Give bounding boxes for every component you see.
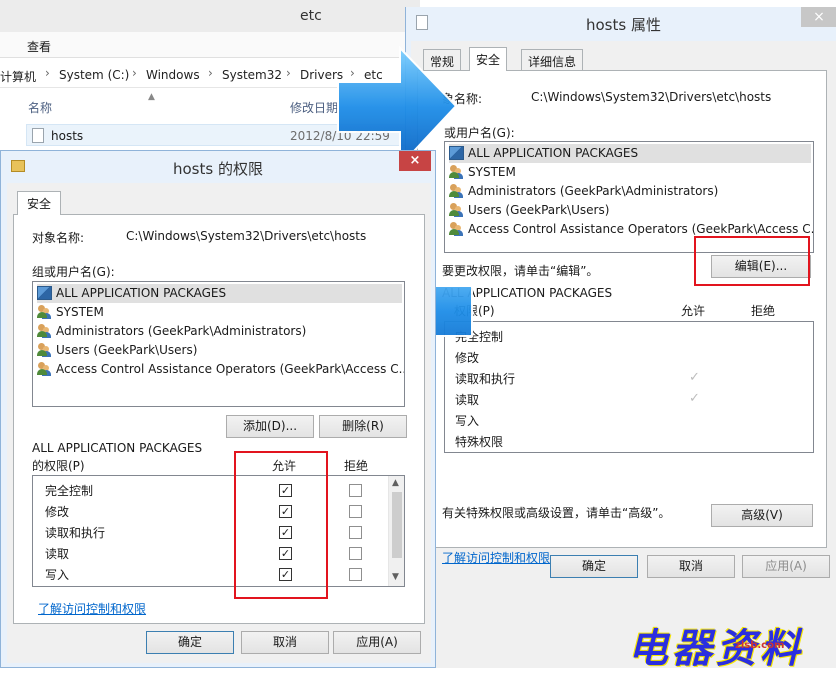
explorer-title: etc — [300, 8, 322, 24]
permission-name: 特殊权限 — [455, 435, 504, 449]
breadcrumb-system-c[interactable]: System (C:) — [59, 68, 129, 82]
deny-write-checkbox[interactable] — [349, 568, 362, 581]
permissions-label: 的权限(P) — [32, 459, 85, 473]
breadcrumb-computer[interactable]: 计算机 — [0, 68, 36, 85]
folder-icon — [11, 160, 25, 172]
learn-access-control-link[interactable]: 了解访问控制和权限 — [38, 600, 146, 617]
allow-header: 允许 — [681, 304, 706, 318]
chevron-right-icon: › — [286, 66, 291, 80]
list-item[interactable]: ALL APPLICATION PACKAGES — [449, 144, 811, 163]
check-icon: ✓ — [689, 370, 700, 385]
deny-read-execute-checkbox[interactable] — [349, 526, 362, 539]
check-icon: ✓ — [689, 391, 700, 406]
file-icon — [32, 128, 44, 143]
list-item[interactable]: ALL APPLICATION PACKAGES — [37, 284, 402, 303]
cancel-button[interactable]: 取消 — [647, 555, 735, 578]
add-button[interactable]: 添加(D)... — [226, 415, 314, 438]
advanced-button[interactable]: 高级(V) — [711, 504, 813, 527]
tab-security[interactable]: 安全 — [17, 191, 62, 215]
object-name-label: 对象名称: — [32, 231, 85, 245]
groups-label: 组或用户名(G): — [32, 265, 115, 279]
explorer-titlebar: etc — [0, 0, 420, 32]
cancel-button[interactable]: 取消 — [241, 631, 329, 654]
permissions-title: hosts 的权限 — [173, 160, 263, 178]
breadcrumb-windows[interactable]: Windows — [146, 68, 200, 82]
scroll-down-icon[interactable]: ▼ — [392, 572, 399, 582]
object-name-value: C:\Windows\System32\Drivers\etc\hosts — [126, 229, 367, 243]
permission-name: 写入 — [455, 414, 480, 428]
deny-header: 拒绝 — [344, 459, 369, 473]
users-listbox[interactable]: ALL APPLICATION PACKAGES SYSTEM Administ… — [32, 281, 405, 407]
users-icon — [449, 184, 464, 198]
scrollbar-thumb[interactable] — [392, 492, 402, 558]
object-name-value: C:\Windows\System32\Drivers\etc\hosts — [531, 90, 772, 104]
tab-security[interactable]: 安全 — [469, 47, 508, 71]
permission-name: 写入 — [45, 568, 70, 582]
remove-button[interactable]: 删除(R) — [319, 415, 407, 438]
deny-header: 拒绝 — [751, 304, 776, 318]
deny-modify-checkbox[interactable] — [349, 505, 362, 518]
permissions-list: 完全控制 修改 读取和执行 读取 写入 特殊权限 ✓ ✓ — [444, 321, 814, 453]
close-icon[interactable]: × — [801, 7, 836, 27]
permission-name: 读取 — [45, 547, 70, 561]
users-icon — [449, 203, 464, 217]
advanced-hint: 有关特殊权限或高级设置，请单击“高级”。 — [442, 506, 671, 520]
chevron-right-icon: › — [132, 66, 137, 80]
chevron-right-icon: › — [45, 66, 50, 80]
properties-title: hosts 属性 — [586, 16, 661, 34]
apply-button[interactable]: 应用(A) — [742, 555, 830, 578]
users-icon — [449, 222, 464, 236]
permission-name: 读取和执行 — [45, 526, 106, 540]
apply-button[interactable]: 应用(A) — [333, 631, 421, 654]
breadcrumb-system32[interactable]: System32 — [222, 68, 282, 82]
highlight-box — [234, 451, 328, 599]
scroll-up-icon[interactable]: ▲ — [392, 478, 399, 488]
permissions-list: 完全控制 修改 读取和执行 读取 写入 ✓ ✓ ✓ ✓ ✓ ▲ ▼ — [32, 475, 405, 587]
sort-ascending-icon: ▲ — [148, 92, 155, 102]
highlight-box — [694, 236, 810, 286]
security-panel: 对象名称: C:\Windows\System32\Drivers\etc\ho… — [13, 214, 425, 624]
deny-full-control-checkbox[interactable] — [349, 484, 362, 497]
permissions-body: 安全 对象名称: C:\Windows\System32\Drivers\etc… — [7, 183, 431, 663]
column-name[interactable]: 名称 — [28, 99, 52, 116]
learn-access-control-link[interactable]: 了解访问控制和权限 — [442, 549, 550, 566]
permissions-for-label: ALL APPLICATION PACKAGES — [32, 441, 203, 455]
users-icon — [37, 324, 52, 338]
close-icon[interactable]: × — [399, 151, 431, 171]
ok-button[interactable]: 确定 — [146, 631, 234, 654]
users-icon — [37, 343, 52, 357]
users-icon — [37, 305, 52, 319]
permission-name: 修改 — [45, 505, 70, 519]
file-icon — [416, 15, 428, 30]
permissions-scrollbar[interactable]: ▲ ▼ — [388, 476, 404, 586]
file-name: hosts — [51, 129, 84, 143]
chevron-right-icon: › — [208, 66, 213, 80]
permission-name: 完全控制 — [45, 484, 94, 498]
ok-button[interactable]: 确定 — [550, 555, 638, 578]
permission-name: 读取 — [455, 393, 480, 407]
package-icon — [37, 286, 52, 300]
ribbon-view-tab[interactable]: 查看 — [27, 38, 51, 55]
deny-read-checkbox[interactable] — [349, 547, 362, 560]
site-watermark-url: zlsb.com — [735, 640, 785, 651]
users-icon — [37, 362, 52, 376]
tab-details[interactable]: 详细信息 — [521, 49, 584, 71]
hosts-permissions-dialog: hosts 的权限 × 安全 对象名称: C:\Windows\System32… — [0, 150, 436, 668]
